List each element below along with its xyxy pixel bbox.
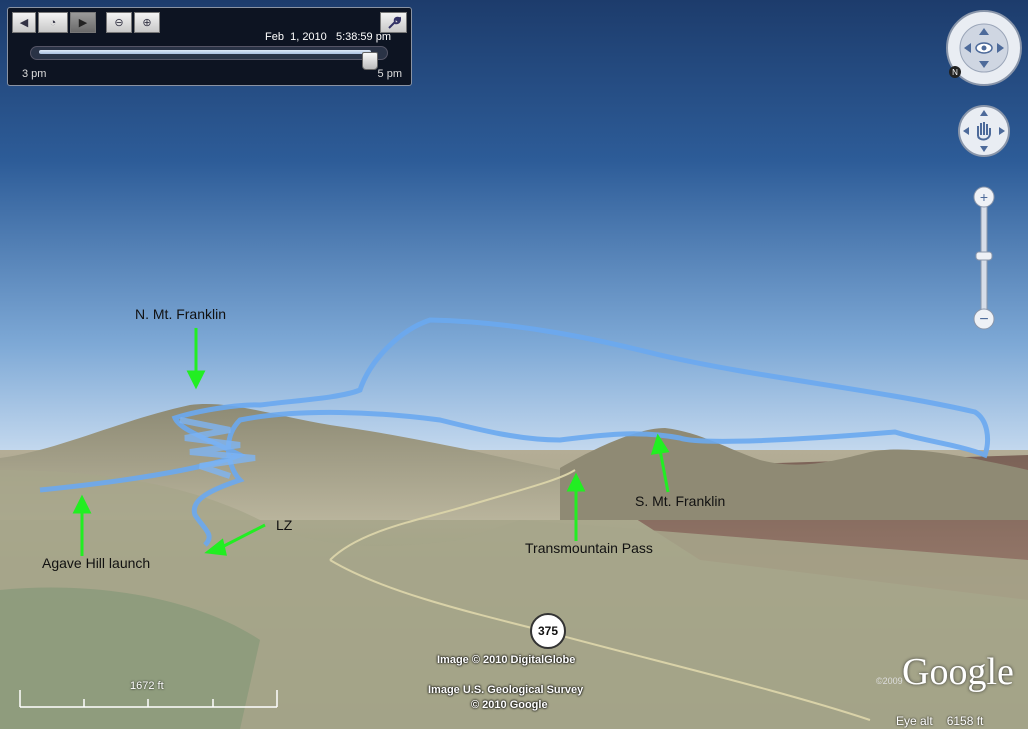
skip-back-icon: ◀ xyxy=(19,17,29,29)
label-n-mt-franklin: N. Mt. Franklin xyxy=(135,306,227,322)
zoom-in-time-button[interactable]: ⊕ xyxy=(134,12,160,33)
scale-label: 1672 ft xyxy=(130,680,164,692)
clock-icon: ◔ xyxy=(49,16,57,29)
label-agave-hill: Agave Hill launch xyxy=(42,555,151,571)
eye-alt-label: Eye alt xyxy=(896,714,933,728)
skip-back-button[interactable]: ◀ xyxy=(12,12,36,33)
zoom-slider-thumb[interactable] xyxy=(975,251,993,261)
time-slider-track[interactable] xyxy=(30,46,388,60)
slider-end-label: 5 pm xyxy=(377,68,402,80)
zoom-in-icon: ⊕ xyxy=(142,17,152,29)
logo-year: ©2009 xyxy=(876,676,903,686)
road-shield: 375 xyxy=(530,613,566,649)
svg-text:−: − xyxy=(979,311,988,328)
move-control[interactable] xyxy=(957,104,1011,158)
attribution-line-1: Image © 2010 DigitalGlobe xyxy=(437,654,576,666)
status-bar: Eye alt 6158 ft xyxy=(896,714,983,728)
time-slider-panel: ◀ ◔ ▶ ⊖ ⊕ Feb 1, 2010 5:38:59 pm 3 pm 5 … xyxy=(7,7,412,86)
look-control[interactable]: N xyxy=(944,10,1024,90)
time-slider-thumb[interactable] xyxy=(362,52,378,70)
svg-text:+: + xyxy=(980,189,988,205)
google-logo: Google xyxy=(902,651,1014,693)
time-slider-fill xyxy=(39,50,371,54)
eye-alt-value: 6158 ft xyxy=(946,714,984,728)
time-settings-button[interactable]: ◔ xyxy=(38,12,68,33)
zoom-out-time-button[interactable]: ⊖ xyxy=(106,12,132,33)
time-options-button[interactable] xyxy=(380,12,407,33)
attribution-line-2: Image U.S. Geological Survey xyxy=(428,684,584,696)
attribution-line-3: © 2010 Google xyxy=(471,699,548,711)
svg-text:N: N xyxy=(952,68,958,77)
current-time-label: Feb 1, 2010 5:38:59 pm xyxy=(265,31,391,43)
zoom-control[interactable]: + − xyxy=(972,185,996,331)
label-transmountain-pass: Transmountain Pass xyxy=(525,540,653,556)
terrain-view[interactable] xyxy=(0,0,1028,729)
zoom-out-icon: ⊖ xyxy=(114,17,124,29)
label-lz: LZ xyxy=(276,517,293,533)
skip-forward-button[interactable]: ▶ xyxy=(70,12,96,33)
label-s-mt-franklin: S. Mt. Franklin xyxy=(635,493,726,509)
wrench-icon xyxy=(387,16,401,29)
slider-start-label: 3 pm xyxy=(22,68,47,80)
skip-forward-icon: ▶ xyxy=(78,17,88,29)
